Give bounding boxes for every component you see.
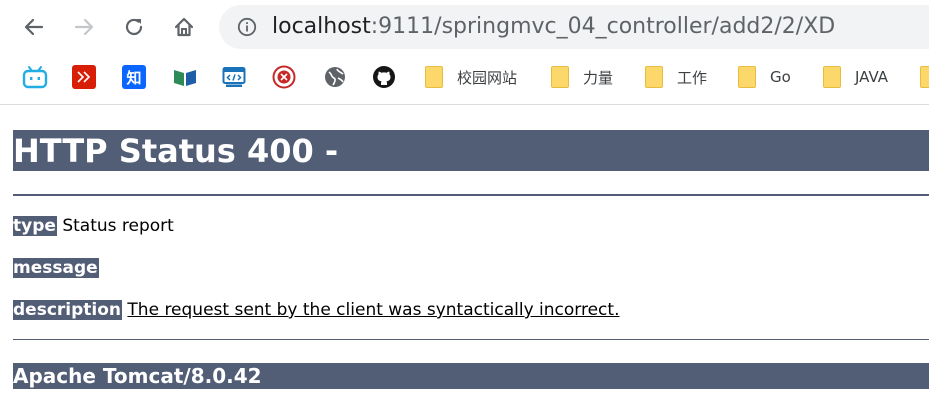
reload-icon: [125, 18, 143, 36]
url-host: localhost: [272, 14, 371, 39]
page-content: HTTP Status 400 - type Status report mes…: [0, 106, 929, 406]
description-value: The request sent by the client was synta…: [127, 300, 620, 320]
folder-icon: [551, 66, 569, 88]
bookmark-folder-campus[interactable]: 校园网站: [425, 63, 517, 91]
address-bar[interactable]: localhost:9111/springmvc_04_controller/a…: [219, 5, 929, 49]
url-text[interactable]: localhost:9111/springmvc_04_controller/a…: [272, 5, 835, 49]
type-row: type Status report: [13, 214, 174, 238]
description-label: description: [13, 300, 123, 320]
bookmark-folder-work[interactable]: 工作: [645, 63, 707, 91]
type-label: type: [13, 216, 57, 236]
message-label: message: [13, 258, 99, 278]
bookmark-label: 力量: [583, 68, 614, 87]
bookmark-folder-go[interactable]: Go: [738, 63, 791, 91]
bookmark-github[interactable]: [372, 63, 396, 91]
bookmark-red-circle[interactable]: [272, 63, 296, 91]
bookmark-label: 工作: [677, 68, 708, 87]
bookmark-folder-overflow[interactable]: [920, 63, 929, 91]
bookmark-folder-strength[interactable]: 力量: [551, 63, 613, 91]
github-icon: [373, 66, 395, 88]
globe-icon: [325, 67, 345, 87]
info-icon[interactable]: [237, 17, 257, 37]
zhihu-icon: 知: [122, 65, 146, 89]
url-path: :9111/springmvc_04_controller/add2/2/XD: [370, 14, 836, 39]
bookmark-book[interactable]: [172, 63, 198, 91]
bookmark-zhihu[interactable]: 知: [122, 63, 146, 91]
server-info: Apache Tomcat/8.0.42: [13, 363, 929, 389]
bookmarks-bar: 知 校园网站 力量 工作 Go JAVA: [0, 54, 929, 100]
bookmark-red-logo[interactable]: [72, 63, 96, 91]
divider: [13, 194, 929, 196]
home-button[interactable]: [166, 9, 202, 45]
bookmark-label: 校园网站: [457, 68, 518, 87]
folder-icon: [738, 66, 756, 88]
bookmark-globe[interactable]: [323, 63, 347, 91]
book-icon: [174, 70, 196, 86]
back-button[interactable]: [16, 9, 52, 45]
bookmark-folder-java[interactable]: JAVA: [823, 63, 888, 91]
folder-icon: [425, 66, 443, 88]
bookmark-code[interactable]: [222, 63, 246, 91]
reload-button[interactable]: [116, 9, 152, 45]
error-title: HTTP Status 400 -: [13, 130, 929, 171]
description-row: description The request sent by the clie…: [13, 298, 619, 322]
back-arrow-icon: [24, 18, 44, 36]
message-row: message: [13, 256, 99, 280]
bookmark-label: JAVA: [855, 68, 889, 86]
red-circle-logo-icon: [272, 65, 296, 89]
type-value: Status report: [62, 216, 174, 236]
bookmark-label: Go: [770, 68, 791, 86]
divider: [13, 339, 929, 340]
folder-icon: [920, 66, 929, 88]
code-window-icon: [222, 67, 246, 87]
forward-arrow-icon: [74, 18, 94, 36]
browser-toolbar: localhost:9111/springmvc_04_controller/a…: [0, 0, 929, 54]
bookmark-bilibili[interactable]: [22, 63, 48, 91]
bilibili-icon: [22, 66, 48, 89]
home-icon: [174, 17, 194, 37]
toolbar-divider: [0, 104, 929, 105]
folder-icon: [823, 66, 841, 88]
folder-icon: [645, 66, 663, 88]
red-logo-icon: [72, 65, 96, 89]
forward-button[interactable]: [66, 9, 102, 45]
